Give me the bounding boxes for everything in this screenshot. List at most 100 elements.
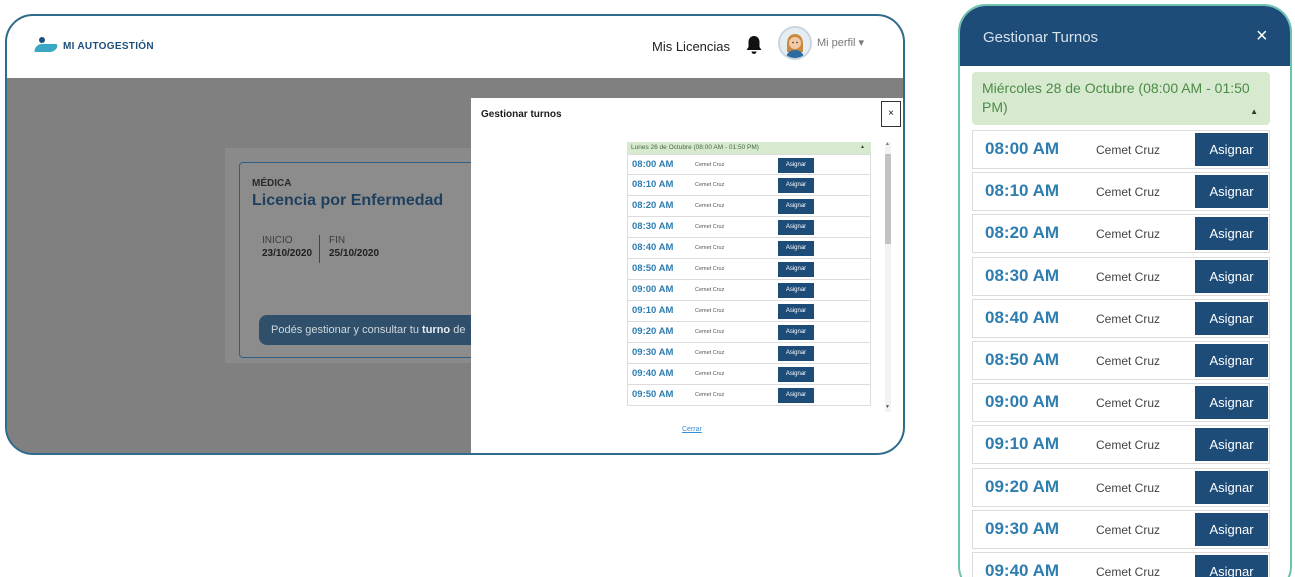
profile-menu[interactable]: Mi perfil ▾ bbox=[817, 36, 864, 49]
slot-row: 08:20 AM Cemet Cruz Asignar bbox=[972, 214, 1270, 254]
modal-scrollbar[interactable]: ▲ ▼ bbox=[883, 141, 891, 412]
cerrar-link[interactable]: Cerrar bbox=[682, 426, 702, 433]
slot-time: 08:40 AM bbox=[985, 307, 1060, 327]
slot-row: 09:00 AM Cemet Cruz Asignar bbox=[627, 280, 871, 301]
slot-provider: Cemet Cruz bbox=[1096, 143, 1161, 157]
assign-button[interactable]: Asignar bbox=[1195, 217, 1268, 251]
scroll-up-icon[interactable]: ▲ bbox=[885, 141, 890, 147]
slot-time: 09:00 AM bbox=[985, 392, 1060, 412]
assign-button[interactable]: Asignar bbox=[1195, 301, 1268, 335]
slot-time: 08:50 AM bbox=[985, 349, 1060, 369]
assign-button[interactable]: Asignar bbox=[778, 367, 814, 382]
slot-time: 09:30 AM bbox=[632, 347, 674, 358]
assign-button[interactable]: Asignar bbox=[778, 262, 814, 277]
assign-button[interactable]: Asignar bbox=[778, 283, 814, 298]
slot-row: 08:00 AM Cemet Cruz Asignar bbox=[972, 130, 1270, 169]
slot-time: 08:10 AM bbox=[985, 181, 1060, 201]
license-type: MÉDICA bbox=[252, 178, 292, 189]
slot-provider: Cemet Cruz bbox=[1096, 480, 1161, 495]
screenshot-stage: MI AUTOGESTIÓN Mis Licencias Mi perfil ▾ bbox=[0, 0, 1295, 577]
slot-row: 08:10 AM Cemet Cruz Asignar bbox=[972, 172, 1270, 212]
slot-row: 08:50 AM Cemet Cruz Asignar bbox=[627, 259, 871, 280]
license-card: MÉDICA Licencia por Enfermedad INICIO 23… bbox=[239, 162, 519, 358]
slot-time: 08:00 AM bbox=[985, 139, 1060, 158]
start-label: INICIO bbox=[262, 235, 293, 246]
end-date: 25/10/2020 bbox=[329, 248, 380, 259]
slot-time: 09:10 AM bbox=[632, 305, 674, 316]
assign-button[interactable]: Asignar bbox=[1195, 428, 1268, 462]
assign-button[interactable]: Asignar bbox=[778, 325, 814, 340]
assign-button[interactable]: Asignar bbox=[778, 199, 814, 214]
assign-button[interactable]: Asignar bbox=[1195, 470, 1268, 504]
slot-time: 08:50 AM bbox=[632, 263, 674, 274]
slot-provider: Cemet Cruz bbox=[1096, 227, 1161, 242]
slot-row: 09:10 AM Cemet Cruz Asignar bbox=[627, 301, 871, 322]
modal-close-button[interactable]: × bbox=[881, 101, 901, 127]
mobile-day-group-header[interactable]: Miércoles 28 de Octubre (08:00 AM - 01:5… bbox=[972, 72, 1270, 125]
assign-button[interactable]: Asignar bbox=[778, 304, 814, 319]
slot-provider: Cemet Cruz bbox=[695, 162, 725, 168]
slot-row: 08:50 AM Cemet Cruz Asignar bbox=[972, 340, 1270, 380]
slot-provider: Cemet Cruz bbox=[695, 371, 725, 377]
start-date-block: INICIO 23/10/2020 bbox=[262, 235, 312, 259]
slot-provider: Cemet Cruz bbox=[1096, 353, 1161, 368]
slot-time: 09:00 AM bbox=[632, 284, 674, 295]
top-navbar: MI AUTOGESTIÓN Mis Licencias Mi perfil ▾ bbox=[7, 16, 903, 78]
assign-button[interactable]: Asignar bbox=[1195, 133, 1268, 166]
day-group-header[interactable]: Lunes 26 de Octubre (08:00 AM - 01:50 PM… bbox=[627, 142, 871, 154]
info-prefix: Podés gestionar y consultar tu bbox=[271, 324, 423, 336]
slot-row: 08:20 AM Cemet Cruz Asignar bbox=[627, 196, 871, 217]
scroll-down-icon[interactable]: ▼ bbox=[885, 404, 890, 410]
assign-button[interactable]: Asignar bbox=[778, 158, 814, 173]
desktop-slot-list: Lunes 26 de Octubre (08:00 AM - 01:50 PM… bbox=[627, 142, 871, 406]
slot-provider: Cemet Cruz bbox=[1096, 311, 1161, 326]
assign-button[interactable]: Asignar bbox=[778, 241, 814, 256]
nav-link-mis-licencias[interactable]: Mis Licencias bbox=[652, 39, 730, 54]
info-bold: turno bbox=[422, 324, 451, 336]
assign-button[interactable]: Asignar bbox=[1195, 386, 1268, 420]
mobile-slot-list: 08:00 AM Cemet Cruz Asignar 08:10 AM Cemet C… bbox=[972, 130, 1270, 577]
logo-text: MI AUTOGESTIÓN bbox=[63, 40, 154, 52]
date-divider bbox=[319, 235, 320, 263]
info-suffix: de bbox=[450, 324, 466, 336]
slot-row: 09:50 AM Cemet Cruz Asignar bbox=[627, 385, 871, 406]
assign-button[interactable]: Asignar bbox=[778, 346, 814, 361]
scrollbar-thumb[interactable] bbox=[885, 154, 891, 244]
assign-button[interactable]: Asignar bbox=[778, 220, 814, 235]
slot-row: 09:00 AM Cemet Cruz Asignar bbox=[972, 383, 1270, 423]
slot-provider: Cemet Cruz bbox=[695, 266, 725, 272]
assign-button[interactable]: Asignar bbox=[1195, 343, 1268, 377]
assign-button[interactable]: Asignar bbox=[1195, 554, 1268, 577]
slot-provider: Cemet Cruz bbox=[695, 245, 725, 251]
slot-row: 09:20 AM Cemet Cruz Asignar bbox=[972, 467, 1270, 507]
assign-button[interactable]: Asignar bbox=[1195, 175, 1268, 209]
assign-button[interactable]: Asignar bbox=[778, 388, 814, 403]
slot-row: 08:30 AM Cemet Cruz Asignar bbox=[627, 217, 871, 238]
slot-row: 09:30 AM Cemet Cruz Asignar bbox=[972, 509, 1270, 549]
slot-row: 08:10 AM Cemet Cruz Asignar bbox=[627, 175, 871, 196]
caret-up-icon: ▲ bbox=[860, 144, 865, 150]
slot-row: 09:20 AM Cemet Cruz Asignar bbox=[627, 322, 871, 343]
mobile-header: Gestionar Turnos × bbox=[960, 6, 1290, 66]
mobile-day-group-label: Miércoles 28 de Octubre (08:00 AM - 01:5… bbox=[982, 80, 1250, 115]
slot-provider: Cemet Cruz bbox=[695, 308, 725, 314]
slot-time: 09:40 AM bbox=[632, 368, 674, 379]
bell-icon[interactable] bbox=[745, 35, 763, 55]
slot-row: 09:40 AM Cemet Cruz Asignar bbox=[627, 364, 871, 385]
slot-row: 08:40 AM Cemet Cruz Asignar bbox=[972, 298, 1270, 338]
slot-time: 08:30 AM bbox=[632, 221, 674, 232]
assign-button[interactable]: Asignar bbox=[778, 178, 814, 193]
assign-button[interactable]: Asignar bbox=[1195, 512, 1268, 546]
slot-provider: Cemet Cruz bbox=[1096, 185, 1161, 200]
license-title: Licencia por Enfermedad bbox=[252, 192, 444, 209]
assign-button[interactable]: Asignar bbox=[1195, 259, 1268, 293]
slot-provider: Cemet Cruz bbox=[695, 392, 725, 398]
slot-row: 08:40 AM Cemet Cruz Asignar bbox=[627, 238, 871, 259]
slot-provider: Cemet Cruz bbox=[695, 203, 725, 209]
end-date-block: FIN 25/10/2020 bbox=[329, 235, 379, 259]
mobile-frame: Gestionar Turnos × Miércoles 28 de Octub… bbox=[958, 4, 1292, 577]
app-logo[interactable]: MI AUTOGESTIÓN bbox=[34, 37, 154, 53]
avatar[interactable] bbox=[778, 26, 812, 60]
slot-time: 08:00 AM bbox=[632, 159, 674, 170]
close-icon[interactable]: × bbox=[1256, 26, 1268, 46]
